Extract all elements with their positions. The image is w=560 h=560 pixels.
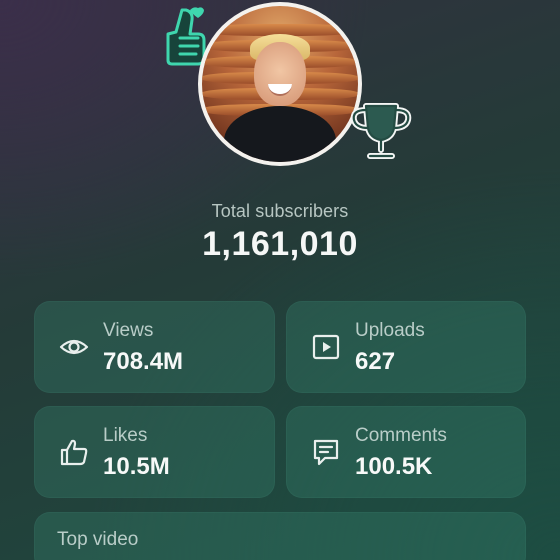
top-video-card[interactable]: Top video <box>34 512 526 560</box>
top-video-label: Top video <box>57 529 139 550</box>
views-card[interactable]: Views 708.4M <box>34 301 275 393</box>
eye-icon <box>59 339 89 355</box>
uploads-value: 627 <box>355 348 396 375</box>
uploads-label: Uploads <box>355 320 425 341</box>
play-icon <box>312 334 340 360</box>
likes-label: Likes <box>103 425 148 446</box>
channel-stats-screen: Total subscribers 1,161,010 Views 708.4M… <box>0 0 560 560</box>
trophy-sticker-icon <box>350 103 412 159</box>
comment-icon <box>313 439 339 466</box>
likes-value: 10.5M <box>103 453 170 480</box>
comments-value: 100.5K <box>355 453 433 480</box>
thumbs-up-icon <box>60 439 88 466</box>
channel-avatar[interactable] <box>198 2 362 166</box>
comments-label: Comments <box>355 425 447 446</box>
uploads-card[interactable]: Uploads 627 <box>286 301 526 393</box>
likes-card[interactable]: Likes 10.5M <box>34 406 275 498</box>
comments-card[interactable]: Comments 100.5K <box>286 406 526 498</box>
views-value: 708.4M <box>103 348 184 375</box>
views-label: Views <box>103 320 154 341</box>
subscribers-label: Total subscribers <box>211 201 349 221</box>
avatar-photo <box>202 6 358 162</box>
subscribers-count: 1,161,010 <box>202 225 358 263</box>
